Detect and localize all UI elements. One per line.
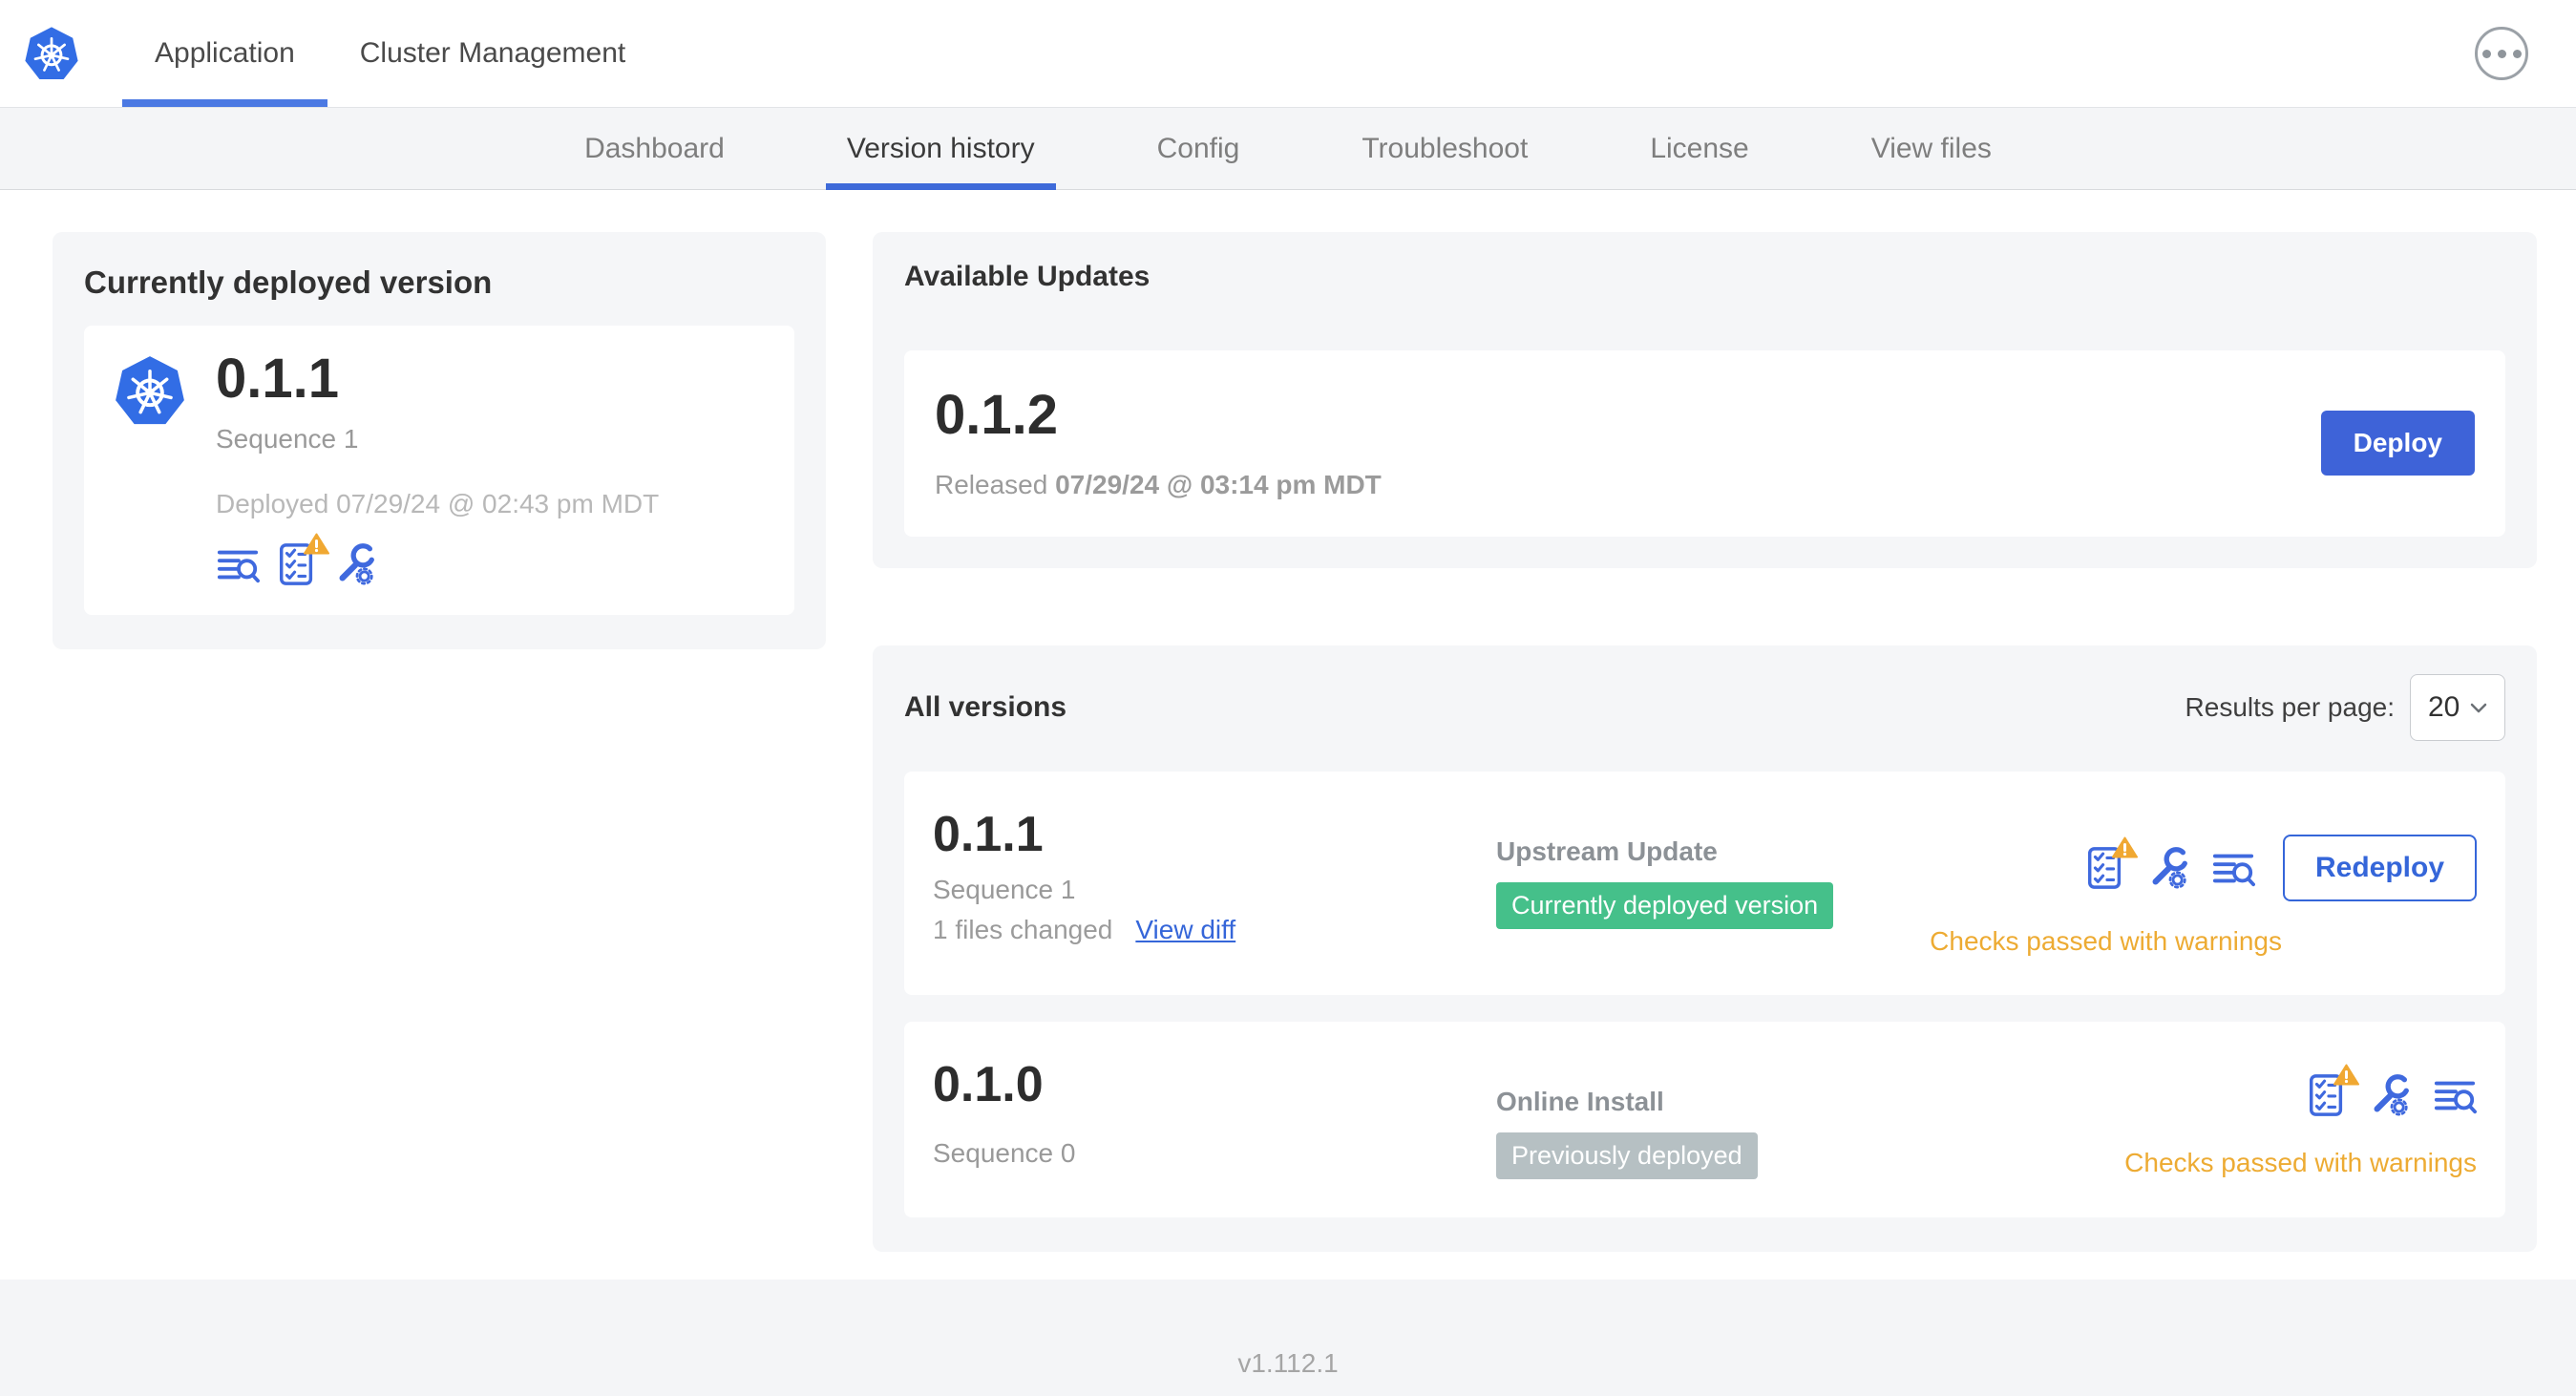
version-source-label: Upstream Update <box>1496 835 1718 866</box>
checks-status-text: Checks passed with warnings <box>2124 1147 2477 1177</box>
config-icon[interactable] <box>2147 846 2191 890</box>
all-versions-title: All versions <box>904 690 1067 723</box>
checks-status-text: Checks passed with warnings <box>1930 925 2282 956</box>
tab-cluster-management[interactable]: Cluster Management <box>327 0 658 107</box>
kubernetes-logo-icon <box>23 25 80 81</box>
available-update-row: 0.1.2 Released 07/29/24 @ 03:14 pm MDT D… <box>904 350 2505 537</box>
tab-dashboard[interactable]: Dashboard <box>563 108 746 189</box>
logs-icon[interactable] <box>2433 1073 2477 1117</box>
tab-troubleshoot[interactable]: Troubleshoot <box>1341 108 1549 189</box>
status-badge: Currently deployed version <box>1496 881 1834 929</box>
redeploy-button[interactable]: Redeploy <box>2282 834 2477 901</box>
update-version-number: 0.1.2 <box>935 384 1058 446</box>
chevron-down-icon <box>2470 703 2487 713</box>
results-per-page-select[interactable]: 20 <box>2410 673 2505 741</box>
top-bar: Application Cluster Management <box>0 0 2576 107</box>
row-sequence: Sequence 1 <box>933 874 1076 904</box>
warning-icon <box>304 532 329 555</box>
status-badge: Previously deployed <box>1496 1132 1758 1179</box>
tab-license[interactable]: License <box>1629 108 1769 189</box>
console-version: v1.112.1 <box>1237 1348 1339 1378</box>
logs-icon[interactable] <box>2211 846 2255 890</box>
preflight-checks-warning-icon[interactable] <box>275 532 329 586</box>
update-released-line: Released 07/29/24 @ 03:14 pm MDT <box>935 469 1382 499</box>
version-row: 0.1.1 Sequence 1 1 files changed View di… <box>904 771 2505 995</box>
tab-application-label: Application <box>155 37 295 69</box>
current-version-sequence: Sequence 1 <box>216 423 359 454</box>
row-version-number: 0.1.1 <box>933 806 1044 862</box>
currently-deployed-inner: 0.1.1 Sequence 1 Deployed 07/29/24 @ 02:… <box>84 326 794 615</box>
tab-config[interactable]: Config <box>1136 108 1261 189</box>
main-content: Currently deployed version 0.1.1 Sequenc… <box>0 190 2576 1280</box>
row-version-number: 0.1.0 <box>933 1056 1044 1112</box>
logs-icon[interactable] <box>216 542 260 586</box>
results-per-page-label: Results per page: <box>2185 691 2395 722</box>
currently-deployed-card: Currently deployed version 0.1.1 Sequenc… <box>53 232 826 649</box>
app-subnav: Dashboard Version history Config Trouble… <box>0 107 2576 190</box>
tab-application[interactable]: Application <box>122 0 327 107</box>
row-sequence: Sequence 0 <box>933 1137 1076 1168</box>
current-version-number: 0.1.1 <box>216 348 339 410</box>
deploy-button[interactable]: Deploy <box>2320 411 2475 476</box>
tab-version-history[interactable]: Version history <box>825 108 1056 190</box>
config-icon[interactable] <box>2369 1073 2413 1117</box>
view-diff-link[interactable]: View diff <box>1135 915 1235 945</box>
ellipsis-icon <box>2481 49 2491 58</box>
available-updates-card: Available Updates 0.1.2 Released 07/29/2… <box>873 232 2537 568</box>
tab-view-files[interactable]: View files <box>1850 108 2013 189</box>
tab-cluster-management-label: Cluster Management <box>359 37 626 69</box>
app-logo <box>23 0 80 107</box>
available-updates-title: Available Updates <box>904 261 1151 292</box>
config-icon[interactable] <box>334 542 378 586</box>
page-footer: v1.112.1 <box>0 1280 2576 1396</box>
warning-icon <box>2333 1063 2359 1086</box>
preflight-checks-warning-icon[interactable] <box>2083 835 2138 890</box>
files-changed-label: 1 files changed <box>933 914 1113 944</box>
preflight-checks-warning-icon[interactable] <box>2305 1063 2359 1117</box>
warning-icon <box>2111 835 2138 858</box>
top-tabs: Application Cluster Management <box>122 0 658 107</box>
all-versions-card: All versions Results per page: 20 0.1.1 … <box>873 645 2537 1252</box>
version-row: 0.1.0 Sequence 0 Online Install Previous… <box>904 1021 2505 1217</box>
current-version-deployed-date: Deployed 07/29/24 @ 02:43 pm MDT <box>216 488 660 518</box>
currently-deployed-title: Currently deployed version <box>84 264 493 300</box>
version-source-label: Online Install <box>1496 1086 1664 1116</box>
more-options-button[interactable] <box>2475 27 2528 80</box>
kubernetes-app-icon <box>114 354 186 427</box>
